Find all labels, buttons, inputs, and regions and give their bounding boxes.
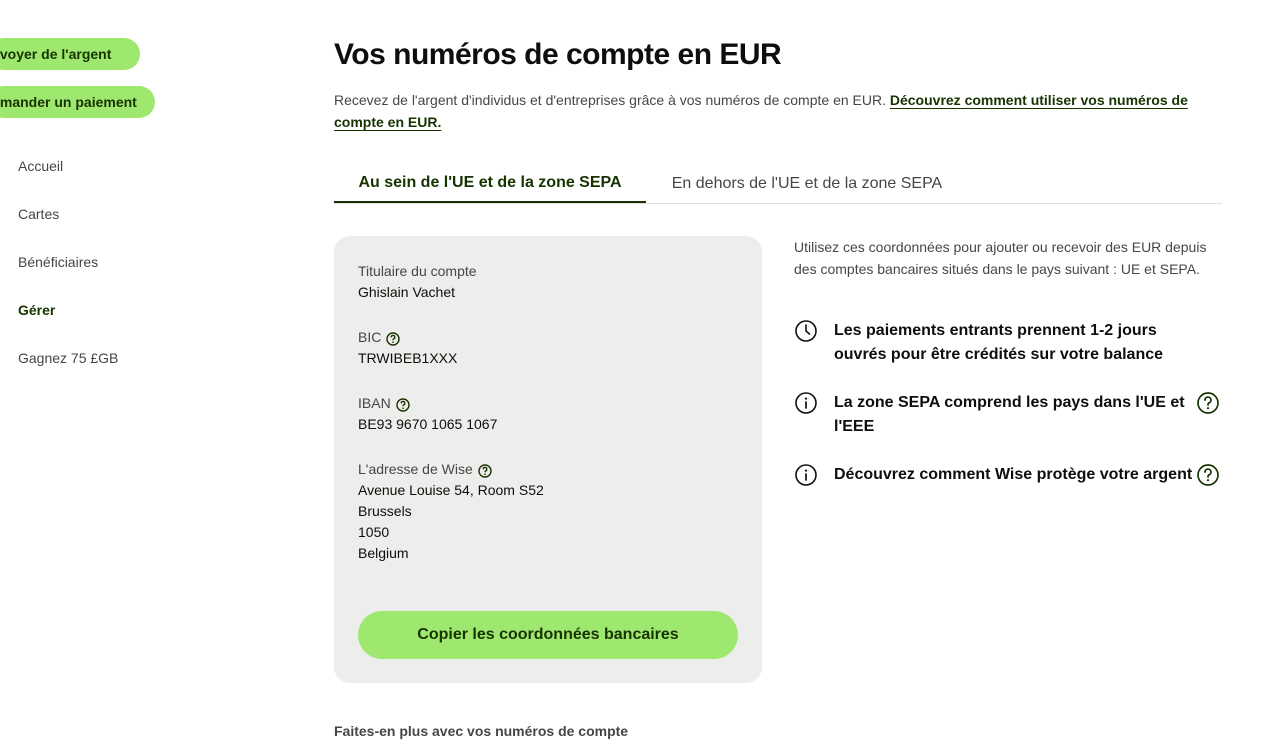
account-holder-label: Titulaire du compte [358,263,477,279]
help-icon[interactable] [386,331,401,346]
sidebar-item-label: Gagnez 75 £GB [18,350,119,366]
wise-address-field: L'adresse de Wise Avenue Louise 54, Room… [358,459,544,564]
iban-value[interactable]: BE93 9670 1065 1067 [358,414,497,435]
tab-within-eu-sepa[interactable]: Au sein de l'UE et de la zone SEPA [334,164,646,203]
manage-icon [0,303,2,317]
section-heading-more: Faites-en plus avec vos numéros de compt… [334,723,629,739]
info-item-text: Découvrez comment Wise protège votre arg… [834,466,1193,483]
help-icon[interactable] [395,397,410,412]
sidebar-item-label: Bénéficiaires [18,254,99,270]
help-icon[interactable] [1196,391,1220,415]
tab-outside-eu-sepa[interactable]: En dehors de l'UE et de la zone SEPA [646,164,968,203]
address-line[interactable]: Brussels [358,501,544,522]
info-item-text: Les paiements entrants prennent 1-2 jour… [834,322,1164,363]
card-icon [0,207,2,221]
request-payment-label: Demander un paiement [0,94,137,110]
gift-icon [0,351,2,365]
info-icon [794,463,818,487]
clock-icon [794,319,818,343]
address-line[interactable]: Belgium [358,543,544,564]
sidebar-item-home[interactable]: Accueil [0,154,200,178]
help-icon[interactable] [1196,463,1220,487]
info-column: Utilisez ces coordonnées pour ajouter ou… [794,236,1224,486]
intro-description: Recevez de l'argent d'individus et d'ent… [334,92,886,108]
iban-label: IBAN [358,395,391,411]
sidebar-item-recipients[interactable]: Bénéficiaires [0,250,200,274]
home-icon [0,159,2,173]
sidebar-item-label: Cartes [18,206,60,222]
bic-label: BIC [358,329,382,345]
intro-text: Recevez de l'argent d'individus et d'ent… [334,89,1224,133]
sidebar-item-cards[interactable]: Cartes [0,202,200,226]
account-holder-value[interactable]: Ghislain Vachet [358,282,477,303]
iban-label-row: IBAN [358,393,497,414]
bic-value[interactable]: TRWIBEB1XXX [358,348,457,369]
wise-address-label: L'adresse de Wise [358,461,473,477]
region-tabs: Au sein de l'UE et de la zone SEPA En de… [334,164,1222,204]
account-details-card: Titulaire du compte Ghislain Vachet BIC … [334,236,762,683]
info-description: Utilisez ces coordonnées pour ajouter ou… [794,239,1207,277]
sidebar-item-label: Gérer [18,302,56,318]
send-money-button[interactable]: Envoyer de l'argent [0,38,140,70]
account-holder-field: Titulaire du compte Ghislain Vachet [358,261,477,303]
bic-label-row: BIC [358,327,457,348]
info-item-text: La zone SEPA comprend les pays dans l'UE… [834,394,1185,435]
address-line[interactable]: Avenue Louise 54, Room S52 [358,480,544,501]
bic-field: BIC TRWIBEB1XXX [358,327,457,369]
iban-field: IBAN BE93 9670 1065 1067 [358,393,497,435]
recipients-icon [0,255,2,269]
help-icon[interactable] [478,463,492,478]
info-icon [794,391,818,415]
sidebar-item-referral[interactable]: Gagnez 75 £GB [0,346,200,370]
sidebar: Envoyer de l'argent Demander un paiement… [0,0,300,744]
request-payment-button[interactable]: Demander un paiement [0,86,155,118]
address-line[interactable]: 1050 [358,522,544,543]
sidebar-item-manage[interactable]: Gérer [0,298,200,322]
sidebar-item-label: Accueil [18,158,64,174]
send-money-label: Envoyer de l'argent [0,46,112,62]
page-title: Vos numéros de compte en EUR [334,38,782,71]
wise-address-label-row: L'adresse de Wise [358,459,544,480]
copy-bank-details-button[interactable]: Copier les coordonnées bancaires [358,611,738,659]
